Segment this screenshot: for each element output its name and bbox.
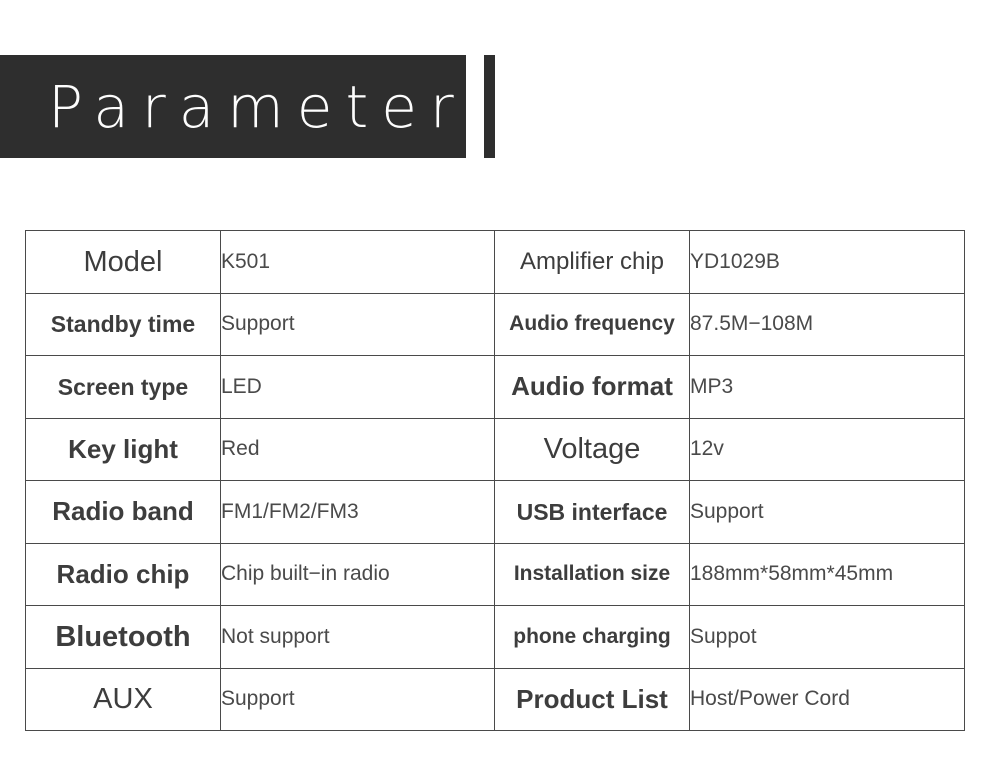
spec-label-usb-interface: USB interface [494, 480, 690, 544]
spec-value-audio-frequency: 87.5M−108M [689, 292, 965, 356]
table-row: Screen type LED Audio format MP3 [25, 355, 965, 419]
spec-label-phone-charging: phone charging [494, 605, 690, 669]
spec-value-screen-type: LED [220, 355, 495, 419]
spec-label-installation-size: Installation size [494, 542, 690, 606]
spec-label-text: Radio band [52, 496, 194, 527]
specification-table: Model K501 Amplifier chip YD1029B Standb… [25, 230, 965, 731]
spec-value-text: K501 [221, 249, 271, 273]
spec-value-text: Support [690, 499, 764, 523]
spec-label-text: USB interface [516, 498, 668, 525]
spec-value-text: Chip built−in radio [221, 562, 390, 586]
spec-label-product-list: Product List [494, 667, 690, 731]
spec-label-text: Amplifier chip [519, 248, 665, 276]
spec-label-voltage: Voltage [494, 417, 690, 481]
spec-value-text: MP3 [690, 374, 734, 398]
spec-value-amplifier-chip: YD1029B [689, 230, 965, 294]
spec-value-radio-chip: Chip built−in radio [220, 542, 495, 606]
spec-label-text: Model [83, 245, 163, 278]
spec-label-model: Model [25, 230, 221, 294]
spec-label-text: Product List [516, 683, 668, 714]
table-row: Radio band FM1/FM2/FM3 USB interface Sup… [25, 480, 965, 544]
spec-label-audio-format: Audio format [494, 355, 690, 419]
spec-value-radio-band: FM1/FM2/FM3 [220, 480, 495, 544]
page-header: Parameter [0, 55, 1000, 158]
page-title: Parameter [48, 72, 467, 141]
spec-label-text: AUX [93, 683, 153, 716]
spec-label-text: Radio chip [56, 558, 190, 589]
spec-label-text: Audio frequency [509, 312, 675, 336]
spec-value-text: Host/Power Cord [690, 687, 850, 711]
table-row: Bluetooth Not support phone charging Sup… [25, 605, 965, 669]
spec-value-text: 188mm*58mm*45mm [690, 562, 894, 586]
table-row: AUX Support Product List Host/Power Cord [25, 667, 965, 731]
spec-value-standby-time: Support [220, 292, 495, 356]
spec-label-screen-type: Screen type [25, 355, 221, 419]
spec-label-text: phone charging [513, 624, 671, 648]
spec-value-text: YD1029B [690, 249, 780, 273]
spec-value-audio-format: MP3 [689, 355, 965, 419]
spec-value-key-light: Red [220, 417, 495, 481]
spec-label-radio-band: Radio band [25, 480, 221, 544]
spec-label-text: Key light [68, 433, 178, 464]
spec-label-aux: AUX [25, 667, 221, 731]
spec-label-text: Installation size [513, 562, 671, 586]
spec-value-voltage: 12v [689, 417, 965, 481]
spec-label-text: Standby time [50, 311, 196, 338]
spec-value-installation-size: 188mm*58mm*45mm [689, 542, 965, 606]
spec-value-text: 12v [690, 437, 724, 461]
spec-value-text: Red [221, 437, 260, 461]
spec-value-model: K501 [220, 230, 495, 294]
spec-label-key-light: Key light [25, 417, 221, 481]
spec-label-standby-time: Standby time [25, 292, 221, 356]
spec-value-text: LED [221, 374, 262, 398]
spec-label-text: Screen type [57, 373, 189, 400]
spec-value-text: Support [221, 312, 295, 336]
spec-value-text: Support [221, 687, 295, 711]
spec-value-phone-charging: Suppot [689, 605, 965, 669]
spec-value-bluetooth: Not support [220, 605, 495, 669]
table-row: Radio chip Chip built−in radio Installat… [25, 542, 965, 606]
spec-value-text: 87.5M−108M [690, 312, 814, 336]
spec-value-usb-interface: Support [689, 480, 965, 544]
spec-value-text: Not support [221, 624, 330, 648]
spec-value-text: Suppot [690, 624, 757, 648]
table-row: Key light Red Voltage 12v [25, 417, 965, 481]
header-banner-block: Parameter [0, 55, 466, 158]
spec-value-aux: Support [220, 667, 495, 731]
spec-label-amplifier-chip: Amplifier chip [494, 230, 690, 294]
spec-value-product-list: Host/Power Cord [689, 667, 965, 731]
header-accent-bar [484, 55, 495, 158]
spec-label-text: Audio format [511, 371, 673, 402]
spec-label-radio-chip: Radio chip [25, 542, 221, 606]
spec-label-audio-frequency: Audio frequency [494, 292, 690, 356]
spec-label-text: Bluetooth [55, 620, 191, 653]
spec-label-text: Voltage [543, 433, 641, 466]
specification-table-container: Model K501 Amplifier chip YD1029B Standb… [25, 230, 965, 731]
table-row: Standby time Support Audio frequency 87.… [25, 292, 965, 356]
spec-value-text: FM1/FM2/FM3 [221, 499, 359, 523]
specification-table-body: Model K501 Amplifier chip YD1029B Standb… [25, 230, 965, 731]
spec-label-bluetooth: Bluetooth [25, 605, 221, 669]
table-row: Model K501 Amplifier chip YD1029B [25, 230, 965, 294]
